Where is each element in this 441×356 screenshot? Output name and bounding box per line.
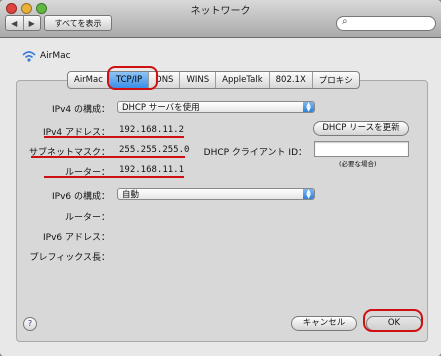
nav-buttons: ◀ ▶ bbox=[5, 15, 41, 31]
router-value: 192.168.11.1 bbox=[119, 165, 185, 175]
tab-8021x[interactable]: 802.1X bbox=[268, 72, 312, 88]
tab-wins[interactable]: WINS bbox=[179, 72, 215, 88]
service-name: AirMac bbox=[40, 51, 71, 61]
search-icon: ⌕ bbox=[342, 16, 348, 27]
dhcp-client-id-label: DHCP クライアント ID： bbox=[203, 148, 307, 158]
tab-proxy[interactable]: プロキシ bbox=[311, 72, 359, 88]
ipv4-config-label: IPv4 の構成： bbox=[52, 105, 110, 115]
dhcp-client-id-field[interactable] bbox=[314, 141, 409, 157]
ipv4-address-value: 192.168.11.2 bbox=[119, 125, 185, 135]
prefix-length-label: プレフィックス長： bbox=[29, 253, 110, 263]
popup-arrows-icon: ▲ ▼ bbox=[303, 189, 314, 200]
ipv6-config-value: 自動 bbox=[122, 190, 140, 200]
client-id-hint: (必要な場合) bbox=[339, 160, 377, 168]
tab-highlight-annotation bbox=[107, 66, 158, 90]
popup-arrows-icon: ▲ ▼ bbox=[303, 102, 314, 113]
ok-highlight-annotation bbox=[363, 309, 423, 332]
ipv6-address-label: IPv6 アドレス： bbox=[43, 233, 110, 243]
show-all-button[interactable]: すべてを表示 bbox=[44, 15, 112, 31]
title-bar: ネットワーク ◀ ▶ すべてを表示 ⌕ bbox=[0, 0, 441, 38]
network-window: ネットワーク ◀ ▶ すべてを表示 ⌕ AirMac AirMac TCP/IP… bbox=[0, 0, 441, 356]
ipv6-config-popup[interactable]: 自動 ▲ ▼ bbox=[117, 188, 315, 200]
underline-annotation bbox=[44, 136, 184, 138]
ipv4-config-popup[interactable]: DHCP サーバを使用 ▲ ▼ bbox=[117, 101, 315, 113]
airmac-wifi-icon bbox=[22, 51, 36, 62]
help-button[interactable]: ? bbox=[23, 317, 37, 331]
renew-dhcp-button[interactable]: DHCP リースを更新 bbox=[313, 121, 409, 136]
ipv4-config-value: DHCP サーバを使用 bbox=[122, 103, 200, 113]
search-field[interactable]: ⌕ bbox=[336, 16, 436, 31]
tab-airmac[interactable]: AirMac bbox=[68, 72, 109, 88]
cancel-button[interactable]: キャンセル bbox=[291, 316, 357, 331]
ipv6-router-label: ルーター： bbox=[64, 213, 110, 223]
ipv6-config-label: IPv6 の構成： bbox=[52, 192, 110, 202]
back-icon[interactable]: ◀ bbox=[6, 16, 23, 30]
tab-appletalk[interactable]: AppleTalk bbox=[215, 72, 268, 88]
underline-annotation bbox=[44, 176, 184, 178]
forward-icon[interactable]: ▶ bbox=[22, 16, 41, 30]
